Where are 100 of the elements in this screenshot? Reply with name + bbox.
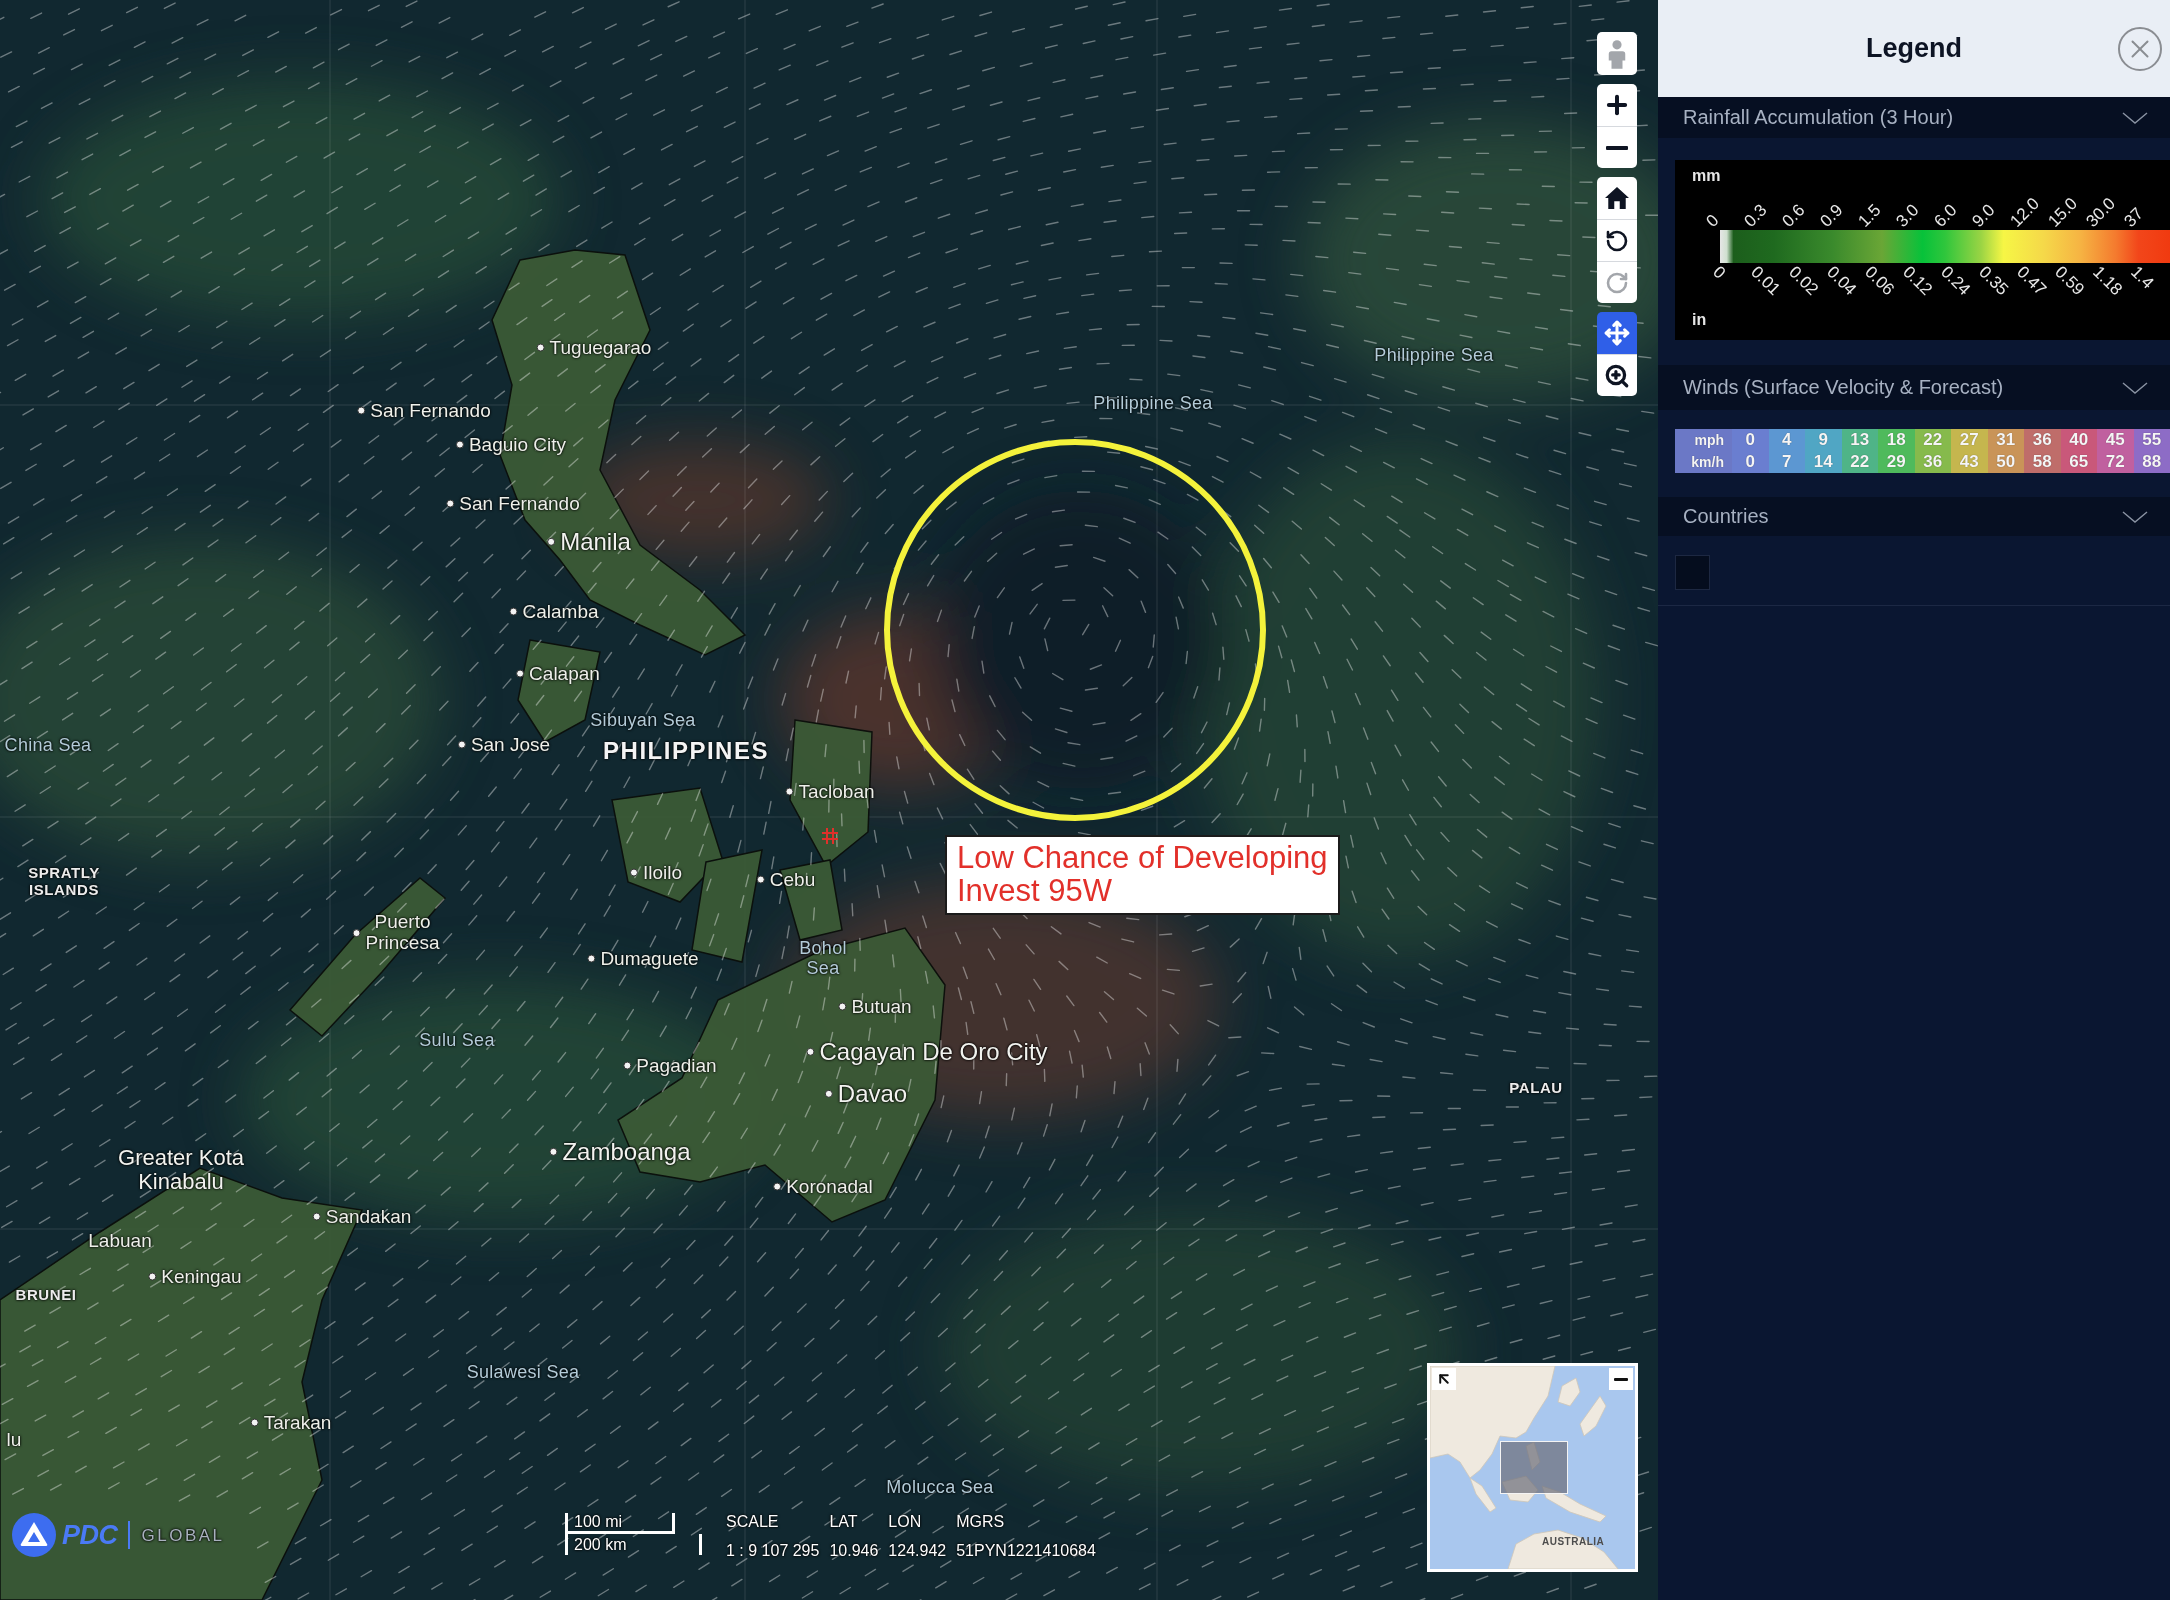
location-dot-icon [587, 955, 596, 963]
readout-label: LAT [829, 1513, 859, 1531]
home-button[interactable] [1597, 177, 1637, 219]
place-label: AUSTRALIA [1542, 1536, 1605, 1548]
readout-label: MGRS [956, 1513, 1006, 1531]
speed-value: 22 [1850, 451, 1870, 473]
collapse-button[interactable] [1609, 1368, 1633, 1390]
place-label: San Fernando [459, 493, 580, 515]
sea-label: Sulu Sea [419, 1031, 495, 1051]
rotate-left-button[interactable] [1597, 219, 1637, 261]
location-dot-icon [547, 538, 556, 546]
panel-title: Legend [1866, 35, 1962, 62]
zoom-in-button[interactable] [1597, 84, 1637, 126]
speed-value: 45 [2105, 429, 2125, 451]
speed-value: 31 [1996, 429, 2016, 451]
tick-label: 1.5 [1855, 201, 1884, 230]
speed-value: 29 [1886, 451, 1906, 473]
sea-label: Sulawesi Sea [466, 1363, 580, 1383]
unit-label: km/h [1691, 453, 1724, 472]
speed-value: 65 [2069, 451, 2089, 473]
place-label: Calapan [529, 663, 600, 685]
place-label: Sandakan [325, 1206, 412, 1228]
place-label: Iloilo [642, 862, 683, 884]
legend-swatch-icon [1675, 555, 1710, 590]
location-dot-icon [357, 407, 366, 415]
tick-label: 0.6 [1779, 201, 1808, 230]
place-label: Koronadal [786, 1176, 873, 1198]
place-label: Butuan [851, 996, 912, 1018]
speed-value: 36 [2032, 429, 2052, 451]
place-label: Pagadian [636, 1055, 717, 1077]
speed-value: 22 [1923, 429, 1943, 451]
tick-label: 3.0 [1893, 201, 1922, 230]
tick-label: 0.35 [1976, 263, 2012, 299]
place-label: San Fernando [370, 400, 491, 422]
move-icon [1604, 320, 1630, 346]
crosshair-icon [822, 828, 838, 844]
country-label: PHILIPPINES [603, 737, 769, 765]
speed-value: 36 [1923, 451, 1943, 473]
person-icon [1606, 38, 1628, 69]
place-label: Baguio City [468, 434, 567, 456]
place-label: Dumaguete [600, 948, 699, 970]
readout-value: 124.942 [888, 1542, 947, 1560]
tick-label: 0 [1710, 263, 1729, 282]
zoom-area-button[interactable] [1597, 354, 1637, 396]
location-dot-icon [312, 1213, 321, 1221]
place-label: Cebu [769, 869, 816, 891]
location-dot-icon [756, 876, 765, 884]
location-dot-icon [824, 1090, 833, 1098]
speed-value: 4 [1782, 429, 1792, 451]
readout-value: 1 : 9 107 295 [726, 1542, 820, 1560]
expand-button[interactable] [1432, 1368, 1456, 1390]
logo-tagline: GLOBAL [141, 1526, 225, 1544]
viewport-frame [1500, 1441, 1568, 1494]
location-dot-icon [549, 1148, 558, 1156]
section-toggle[interactable]: Rainfall Accumulation (3 Hour) [1658, 97, 2170, 138]
scale-label: 100 mi [574, 1513, 623, 1531]
location-dot-icon [457, 741, 466, 749]
location-dot-icon [773, 1183, 782, 1191]
location-dot-icon [516, 670, 525, 678]
place-label: Zamboanga [562, 1138, 691, 1166]
sea-label: Bohol Sea [799, 939, 847, 979]
sea-label: Philippine Sea [1093, 394, 1213, 414]
tick-label: 6.0 [1931, 201, 1960, 230]
location-dot-icon [455, 441, 464, 449]
zoom-in-icon [1604, 362, 1630, 389]
chevron-down-icon [2122, 381, 2148, 394]
pan-button[interactable] [1597, 312, 1637, 354]
logo-text: PDC [62, 1521, 118, 1549]
speed-value: 72 [2105, 451, 2125, 473]
speed-value: 58 [2032, 451, 2052, 473]
region-label: PALAU [1509, 1079, 1563, 1097]
location-dot-icon [536, 344, 545, 352]
tick-label: 0 [1703, 211, 1722, 230]
location-dot-icon [838, 1003, 847, 1011]
tick-label: 1.18 [2090, 263, 2126, 299]
speed-value: 18 [1886, 429, 1906, 451]
zoom-out-button[interactable] [1597, 126, 1637, 168]
location-dot-icon [446, 500, 455, 508]
speed-value: 13 [1850, 429, 1870, 451]
unit-label: in [1692, 310, 1707, 330]
speed-value: 9 [1818, 429, 1828, 451]
place-label: lu [6, 1429, 22, 1451]
section-toggle[interactable]: Countries [1658, 497, 2170, 536]
place-label: Keningau [161, 1266, 242, 1288]
region-label: SPRATLY ISLANDS [28, 864, 100, 898]
section-toggle[interactable]: Winds (Surface Velocity & Forecast) [1658, 365, 2170, 410]
place-label: Tuguegarao [549, 337, 652, 359]
tick-label: 1.4 [2128, 263, 2157, 292]
close-button[interactable] [2118, 27, 2162, 71]
location-dot-icon [623, 1062, 632, 1070]
tick-label: 0.3 [1741, 201, 1770, 230]
readout-label: SCALE [726, 1513, 780, 1531]
logo-icon [12, 1513, 56, 1557]
chevron-down-icon [2122, 111, 2148, 124]
unit-label: mph [1694, 431, 1724, 450]
minus-icon [1606, 145, 1628, 150]
speed-value: 14 [1813, 451, 1833, 473]
place-label: Labuan [88, 1230, 152, 1252]
location-dot-icon [509, 608, 518, 616]
location-dot-icon [352, 929, 361, 937]
